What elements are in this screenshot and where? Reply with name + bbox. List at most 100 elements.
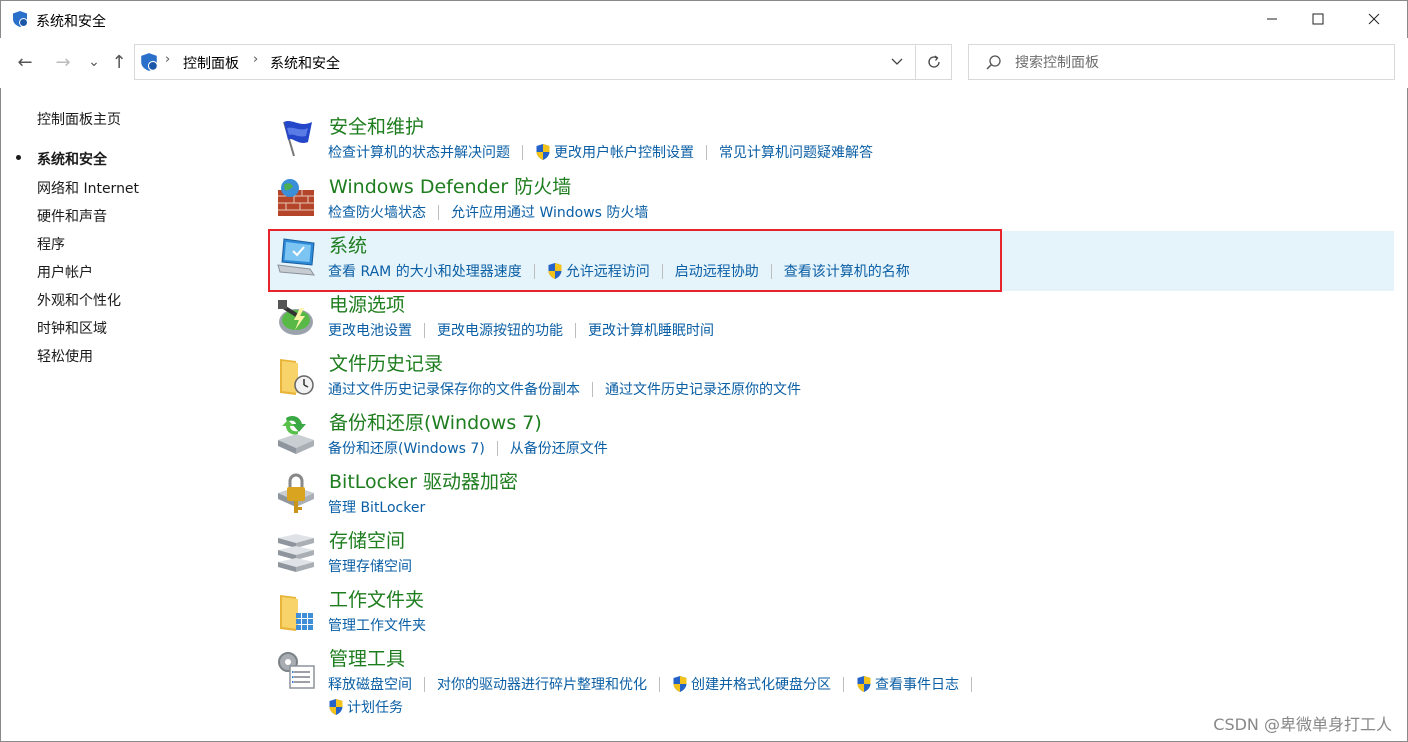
link-divider bbox=[659, 676, 660, 692]
sidebar-item-system-security[interactable]: 系统和安全 bbox=[37, 149, 107, 169]
link-troubleshooting[interactable]: 常见计算机问题疑难解答 bbox=[719, 142, 873, 162]
link-divider bbox=[424, 322, 425, 338]
link-manage-work-folders[interactable]: 管理工作文件夹 bbox=[328, 615, 426, 635]
link-backup-restore-win7[interactable]: 备份和还原(Windows 7) bbox=[328, 438, 485, 458]
sidebar-item-clock-region[interactable]: 时钟和区域 bbox=[37, 318, 107, 338]
firewall-icon bbox=[278, 179, 314, 216]
file-history-icon bbox=[280, 359, 314, 395]
link-restore-from-backup[interactable]: 从备份还原文件 bbox=[510, 438, 608, 458]
breadcrumb-separator: › bbox=[165, 52, 171, 67]
watermark-text: CSDN @卑微单身打工人 bbox=[1213, 715, 1392, 734]
link-label: 更改用户帐户控制设置 bbox=[554, 145, 694, 161]
sidebar-item-hardware[interactable]: 硬件和声音 bbox=[37, 206, 107, 226]
up-button[interactable]: ↑ bbox=[107, 50, 131, 74]
link-restore-files[interactable]: 通过文件历史记录还原你的文件 bbox=[605, 379, 801, 399]
breadcrumb-item-system-security[interactable]: 系统和安全 bbox=[270, 53, 340, 73]
category-title[interactable]: Windows Defender 防火墙 bbox=[329, 172, 571, 199]
sidebar-item-programs[interactable]: 程序 bbox=[37, 234, 65, 254]
category-title[interactable]: 电源选项 bbox=[329, 290, 405, 317]
annotation-highlight-box bbox=[268, 229, 1002, 292]
category-storage-spaces: 存储空间 管理存储空间 bbox=[270, 526, 1394, 586]
link-label: 计划任务 bbox=[347, 700, 403, 716]
forward-button[interactable]: → bbox=[51, 50, 75, 74]
category-admin-tools: 管理工具 释放磁盘空间 对你的驱动器进行碎片整理和优化 创建并格式化硬盘分区 查… bbox=[270, 644, 1394, 720]
link-event-log[interactable]: 查看事件日志 bbox=[856, 674, 959, 694]
breadcrumb-separator: › bbox=[253, 52, 259, 67]
search-input[interactable] bbox=[1013, 52, 1377, 74]
sidebar-item-home[interactable]: 控制面板主页 bbox=[37, 109, 121, 129]
close-icon bbox=[1368, 13, 1380, 25]
power-icon bbox=[278, 300, 313, 335]
minimize-button[interactable] bbox=[1249, 1, 1295, 37]
refresh-button[interactable] bbox=[919, 49, 949, 75]
link-divider bbox=[438, 204, 439, 220]
category-title[interactable]: 备份和还原(Windows 7) bbox=[329, 408, 542, 435]
category-title[interactable]: 存储空间 bbox=[329, 526, 405, 553]
address-bar[interactable]: › 控制面板 › 系统和安全 bbox=[134, 44, 952, 80]
backup-icon bbox=[278, 416, 314, 454]
maximize-icon bbox=[1312, 13, 1324, 25]
link-divider bbox=[843, 676, 844, 692]
search-box[interactable] bbox=[968, 44, 1395, 80]
navigation-bar: ← → ⌄ ↑ › 控制面板 › 系统和安全 bbox=[0, 38, 1408, 88]
back-button[interactable]: ← bbox=[13, 50, 37, 74]
address-dropdown-button[interactable] bbox=[883, 49, 911, 75]
forward-arrow-icon: → bbox=[55, 51, 71, 73]
category-title[interactable]: 工作文件夹 bbox=[329, 585, 424, 612]
category-firewall: Windows Defender 防火墙 检查防火墙状态 允许应用通过 Wind… bbox=[270, 172, 1394, 232]
sidebar-item-appearance[interactable]: 外观和个性化 bbox=[37, 290, 121, 310]
category-backup-restore: 备份和还原(Windows 7) 备份和还原(Windows 7) 从备份还原文… bbox=[270, 408, 1394, 468]
category-title[interactable]: 管理工具 bbox=[329, 644, 405, 671]
category-title[interactable]: 安全和维护 bbox=[329, 112, 424, 139]
link-defragment[interactable]: 对你的驱动器进行碎片整理和优化 bbox=[437, 674, 647, 694]
uac-shield-icon bbox=[673, 676, 687, 692]
address-divider bbox=[915, 45, 916, 79]
recent-locations-button[interactable]: ⌄ bbox=[82, 50, 106, 74]
link-scheduled-tasks[interactable]: 计划任务 bbox=[328, 697, 403, 717]
sidebar-item-ease-of-access[interactable]: 轻松使用 bbox=[37, 346, 93, 366]
link-allow-app[interactable]: 允许应用通过 Windows 防火墙 bbox=[451, 202, 648, 222]
current-item-bullet-icon bbox=[16, 155, 21, 160]
link-label: 创建并格式化硬盘分区 bbox=[691, 677, 831, 693]
link-sleep-time[interactable]: 更改计算机睡眠时间 bbox=[588, 320, 714, 340]
link-uac-settings[interactable]: 更改用户帐户控制设置 bbox=[535, 142, 694, 162]
title-bar[interactable]: 系统和安全 bbox=[1, 1, 1407, 37]
sidebar-item-network[interactable]: 网络和 Internet bbox=[37, 178, 139, 198]
link-battery-settings[interactable]: 更改电池设置 bbox=[328, 320, 412, 340]
link-backup-copy[interactable]: 通过文件历史记录保存你的文件备份副本 bbox=[328, 379, 580, 399]
link-divider bbox=[592, 381, 593, 397]
link-divider bbox=[971, 676, 972, 692]
category-title[interactable]: 文件历史记录 bbox=[329, 349, 443, 376]
category-power: 电源选项 更改电池设置 更改电源按钮的功能 更改计算机睡眠时间 bbox=[270, 290, 1394, 350]
maximize-button[interactable] bbox=[1295, 1, 1341, 37]
bitlocker-icon bbox=[278, 473, 314, 513]
breadcrumb-item-control-panel[interactable]: 控制面板 bbox=[183, 53, 239, 73]
link-divider bbox=[424, 676, 425, 692]
category-file-history: 文件历史记录 通过文件历史记录保存你的文件备份副本 通过文件历史记录还原你的文件 bbox=[270, 349, 1394, 409]
category-bitlocker: BitLocker 驱动器加密 管理 BitLocker bbox=[270, 467, 1394, 527]
search-icon bbox=[986, 55, 1001, 70]
link-power-button[interactable]: 更改电源按钮的功能 bbox=[437, 320, 563, 340]
storage-icon bbox=[278, 534, 314, 572]
up-arrow-icon: ↑ bbox=[111, 51, 127, 73]
link-divider bbox=[706, 144, 707, 160]
window-title: 系统和安全 bbox=[36, 14, 106, 30]
admin-tools-icon bbox=[278, 652, 315, 689]
category-work-folders: 工作文件夹 管理工作文件夹 bbox=[270, 585, 1394, 645]
category-security-maintenance: 安全和维护 检查计算机的状态并解决问题 更改用户帐户控制设置 常见计算机问题疑难… bbox=[270, 112, 1394, 172]
sidebar-item-user-accounts[interactable]: 用户帐户 bbox=[37, 262, 93, 282]
uac-shield-icon bbox=[329, 699, 343, 715]
chevron-down-icon bbox=[891, 58, 903, 65]
link-firewall-status[interactable]: 检查防火墙状态 bbox=[328, 202, 426, 222]
uac-shield-icon bbox=[857, 676, 871, 692]
link-manage-storage[interactable]: 管理存储空间 bbox=[328, 556, 412, 576]
link-disk-partition[interactable]: 创建并格式化硬盘分区 bbox=[672, 674, 831, 694]
flag-icon bbox=[283, 121, 312, 157]
link-check-status[interactable]: 检查计算机的状态并解决问题 bbox=[328, 142, 510, 162]
link-manage-bitlocker[interactable]: 管理 BitLocker bbox=[328, 497, 425, 517]
category-title[interactable]: BitLocker 驱动器加密 bbox=[329, 467, 518, 494]
control-panel-icon bbox=[141, 53, 158, 71]
minimize-icon bbox=[1267, 18, 1277, 20]
close-button[interactable] bbox=[1351, 1, 1397, 37]
link-disk-cleanup[interactable]: 释放磁盘空间 bbox=[328, 674, 412, 694]
